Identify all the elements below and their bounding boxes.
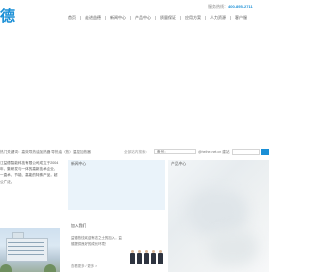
icp-text: @heihe.net.cn 建站 [198,150,230,154]
nav-item-products[interactable]: 产品中心 [131,15,155,21]
nav-item-hr[interactable]: 人力资源 [206,15,230,21]
search-input[interactable]: 备号： [154,149,196,154]
search-field[interactable] [232,149,260,155]
hotline-label: 服务热线： [208,4,228,9]
news-panel: 新闻中心 [68,160,165,210]
nav-item-news[interactable]: 新闻中心 [106,15,130,21]
join-us-panel: 加入我们 益德热忱欢迎有志之士的加入，益德提供良好的成长环境！ 查看更多 / 更… [68,222,165,272]
join-more-link[interactable]: 查看更多 / 更多 > [71,263,97,268]
search-button[interactable] [261,149,269,155]
nav-item-quality[interactable]: 质量保证 [156,15,180,21]
join-title[interactable]: 加入我们 [71,224,86,229]
company-intro: 江益德智能科技有限公司成立于2004年，集研发与一体的高新技术企业，一直术、节能… [0,161,59,184]
hot-keywords[interactable]: 热门关键词：高效导热油加热器 导热油（热）温控加热器 [0,150,91,155]
search-bar: 热门关键词：高效导热油加热器 导热油（热）温控加热器 全部站内搜索： 备号： @… [0,149,269,156]
join-text: 益德热忱欢迎有志之士的加入，益德提供良好的成长环境！ [71,236,122,246]
hotline-number: 400-895-2711 [228,4,253,9]
main-nav: 首页 走进益德 新闻中心 产品中心 质量保证 应用方案 人力资源 客户服 [64,14,251,22]
news-title[interactable]: 新闻中心 [71,162,86,167]
nav-item-solutions[interactable]: 应用方案 [181,15,205,21]
products-panel: 产品中心 [168,160,269,272]
logo[interactable]: 德 [0,6,15,26]
hotline: 服务热线：400-895-2711 [208,4,253,10]
nav-item-service[interactable]: 客户服 [231,15,251,21]
nav-item-home[interactable]: 首页 [64,15,80,21]
nav-item-about[interactable]: 走进益德 [81,15,105,21]
hero-banner [0,30,269,138]
team-photo [128,242,164,264]
products-title[interactable]: 产品中心 [171,162,186,167]
search-hint: 全部站内搜索： [124,150,150,154]
company-building-image [0,228,60,272]
